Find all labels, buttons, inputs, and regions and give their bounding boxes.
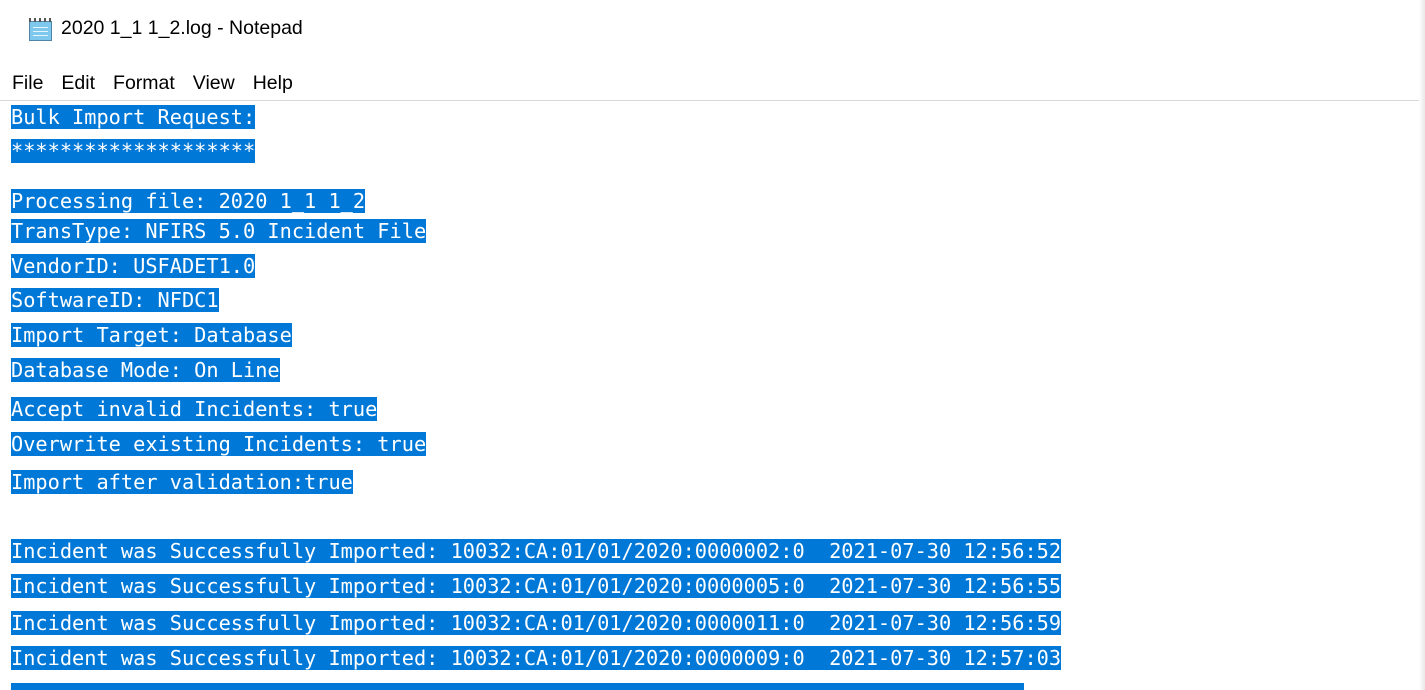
selected-text: TransType: NFIRS 5.0 Incident File — [11, 219, 427, 243]
selected-text: Bulk Import Request: — [11, 105, 256, 129]
text-line: TransType: NFIRS 5.0 Incident File — [11, 217, 427, 246]
text-line-partial — [11, 681, 1025, 690]
text-line: Incident was Successfully Imported: 1003… — [11, 609, 1062, 638]
menu-file[interactable]: File — [12, 72, 43, 95]
menu-edit[interactable]: Edit — [61, 72, 95, 95]
selected-text: Accept invalid Incidents: true — [11, 397, 378, 421]
selected-text: Import after validation:true — [11, 470, 353, 494]
title-bar[interactable]: 2020 1_1 1_2.log - Notepad — [0, 0, 1425, 62]
text-line: Incident was Successfully Imported: 1003… — [11, 572, 1062, 601]
text-line: Incident was Successfully Imported: 1003… — [11, 537, 1062, 566]
text-line: Processing file: 2020 1_1 1_2 — [11, 187, 366, 216]
text-line: Accept invalid Incidents: true — [11, 395, 378, 424]
selected-text: Overwrite existing Incidents: true — [11, 432, 427, 456]
selected-text: SoftwareID: NFDC1 — [11, 288, 219, 312]
text-line: Bulk Import Request: — [11, 103, 256, 132]
text-line: SoftwareID: NFDC1 — [11, 286, 219, 315]
selected-text: Incident was Successfully Imported: 1003… — [11, 646, 1062, 670]
selected-text: Database Mode: On Line — [11, 358, 280, 382]
text-line: VendorID: USFADET1.0 — [11, 252, 256, 281]
text-editor-area[interactable]: Bulk Import Request: *******************… — [0, 100, 1425, 690]
notepad-icon[interactable] — [29, 18, 52, 41]
text-line: ******************** — [11, 137, 256, 166]
window-border — [1419, 0, 1425, 690]
selected-text: Incident was Successfully Imported: 1003… — [11, 574, 1062, 598]
selected-text: Incident was Successfully Imported: 1003… — [11, 611, 1062, 635]
text-line: Import Target: Database — [11, 321, 292, 350]
menu-help[interactable]: Help — [253, 72, 293, 95]
menu-format[interactable]: Format — [113, 72, 175, 95]
text-line: Overwrite existing Incidents: true — [11, 430, 427, 459]
menu-bar: File Edit Format View Help — [0, 66, 1425, 100]
selected-text: Incident was Successfully Imported: 1003… — [11, 539, 1062, 563]
selected-text: VendorID: USFADET1.0 — [11, 254, 256, 278]
text-line: Import after validation:true — [11, 468, 353, 497]
text-line: Database Mode: On Line — [11, 356, 280, 385]
text-line: Incident was Successfully Imported: 1003… — [11, 644, 1062, 673]
window-title: 2020 1_1 1_2.log - Notepad — [61, 17, 303, 39]
selected-text-cutoff — [11, 683, 1025, 690]
notepad-window: 2020 1_1 1_2.log - Notepad File Edit For… — [0, 0, 1425, 690]
menu-view[interactable]: View — [193, 72, 235, 95]
selected-text: Import Target: Database — [11, 323, 292, 347]
selected-text: ******************** — [11, 139, 256, 163]
selected-text: Processing file: 2020 1_1 1_2 — [11, 189, 366, 213]
